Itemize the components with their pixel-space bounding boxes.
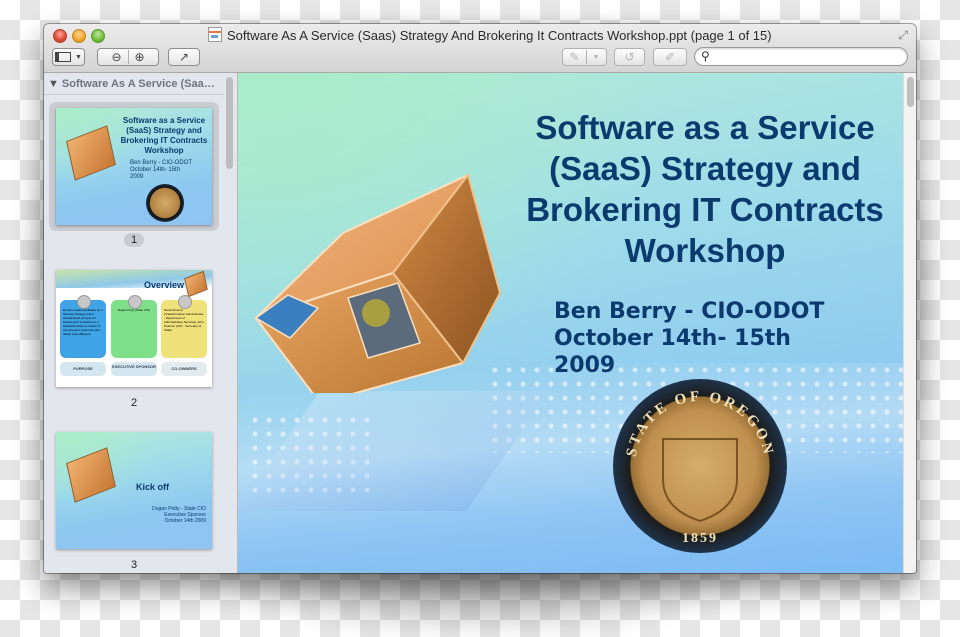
vertical-scrollbar[interactable]	[903, 73, 916, 573]
cube-graphic	[66, 447, 116, 503]
oregon-seal-thumbnail	[146, 184, 184, 222]
powerpoint-document-icon	[208, 27, 222, 42]
chevron-down-icon: ▼	[592, 53, 600, 61]
thumbnail-page-3[interactable]: Kick off Dugan Petty - State CIO Executi…	[56, 432, 212, 549]
window-title: Software As A Service (Saas) Strategy An…	[208, 27, 772, 43]
seal-year: 1859	[682, 531, 718, 546]
window-title-text: Software As A Service (Saas) Strategy An…	[227, 28, 772, 43]
rubiks-cube-graphic	[254, 173, 502, 393]
chevron-down-icon: ▼	[75, 53, 82, 61]
thumbnail-subtitle: Dugan Petty - State CIO Executive Sponso…	[152, 506, 206, 524]
sidebar-view-button[interactable]: ▼	[52, 48, 85, 66]
close-button[interactable]	[53, 29, 67, 43]
card-pin	[128, 295, 142, 309]
pen-annotate-icon: ✎	[569, 50, 580, 64]
thumbnail-subtitle: Ben Berry - CIO-ODOT October 14th- 15th …	[130, 160, 193, 180]
search-input[interactable]	[717, 49, 901, 65]
card-pin	[77, 295, 91, 309]
slide-page-1: Software as a Service (SaaS) Strategy an…	[238, 73, 908, 573]
seal-top-text: STATE OF OREGON	[624, 389, 774, 458]
disclosure-triangle-icon[interactable]: ▼	[48, 78, 59, 90]
co-owners-label: CO-OWNERS	[161, 362, 207, 376]
rotate-button[interactable]: ↺	[614, 48, 645, 66]
page-number-3: 3	[130, 559, 138, 571]
edit-icon: ✐	[664, 50, 676, 64]
document-view: Software as a Service (SaaS) Strategy an…	[238, 73, 916, 573]
sidebar-document-header[interactable]: ▼ Software As A Service (Saa…	[44, 73, 224, 95]
scrollbar-thumb[interactable]	[907, 77, 914, 107]
sidebar-view-icon	[55, 52, 72, 62]
annotate-button[interactable]: ✎ ▼	[562, 48, 607, 66]
zoom-button[interactable]	[91, 29, 105, 43]
rotate-icon: ↺	[624, 50, 635, 64]
page-number-2: 2	[130, 397, 138, 409]
slide-subtitle: Ben Berry - CIO-ODOT October 14th- 15th …	[554, 299, 825, 378]
thumbnail-title: Kick off	[136, 482, 170, 492]
edit-button[interactable]: ✐	[653, 48, 687, 66]
slide-title: Software as a Service (SaaS) Strategy an…	[526, 109, 884, 269]
cube-graphic	[66, 125, 116, 181]
fullscreen-icon[interactable]: ⤢	[898, 28, 908, 43]
share-icon: ↗	[178, 50, 190, 64]
thumbnail-page-1[interactable]: Software as a Service (SaaS) Strategy an…	[56, 108, 212, 225]
sidebar-scrollbar[interactable]	[226, 77, 233, 169]
search-field[interactable]: ⚲	[694, 47, 908, 66]
preview-window: Software As A Service (Saas) Strategy An…	[44, 24, 916, 573]
svg-text:STATE OF OREGON: STATE OF OREGON	[624, 389, 777, 458]
zoom-out-icon[interactable]: ⊖	[111, 50, 121, 64]
thumbnail-title: Overview	[143, 280, 184, 290]
thumbnail-sidebar: ▼ Software As A Service (Saa… Software as…	[44, 73, 238, 573]
zoom-in-icon[interactable]: ⊕	[135, 50, 145, 64]
sidebar-document-title: Software As A Service (Saa…	[61, 78, 215, 90]
thumbnail-title: Software as a Service (SaaS) Strategy an…	[120, 116, 208, 155]
thumbnail-page-2[interactable]: Overview Derive a SaaS (Software as a Se…	[56, 270, 212, 387]
oregon-state-seal: STATE OF OREGON 1859	[613, 379, 787, 553]
seal-lettering: STATE OF OREGON 1859	[624, 389, 777, 546]
search-icon: ⚲	[701, 49, 710, 63]
card-pin	[178, 295, 192, 309]
zoom-buttons: ⊖ ⊕	[97, 48, 159, 66]
purpose-label: PURPOSE	[60, 362, 106, 376]
title-bar: Software As A Service (Saas) Strategy An…	[44, 24, 916, 73]
executive-sponsor-label: EXECUTIVE SPONSOR	[111, 362, 157, 376]
page-number-1: 1	[54, 233, 214, 247]
minimize-button[interactable]	[72, 29, 86, 43]
share-button[interactable]: ↗	[168, 48, 200, 66]
